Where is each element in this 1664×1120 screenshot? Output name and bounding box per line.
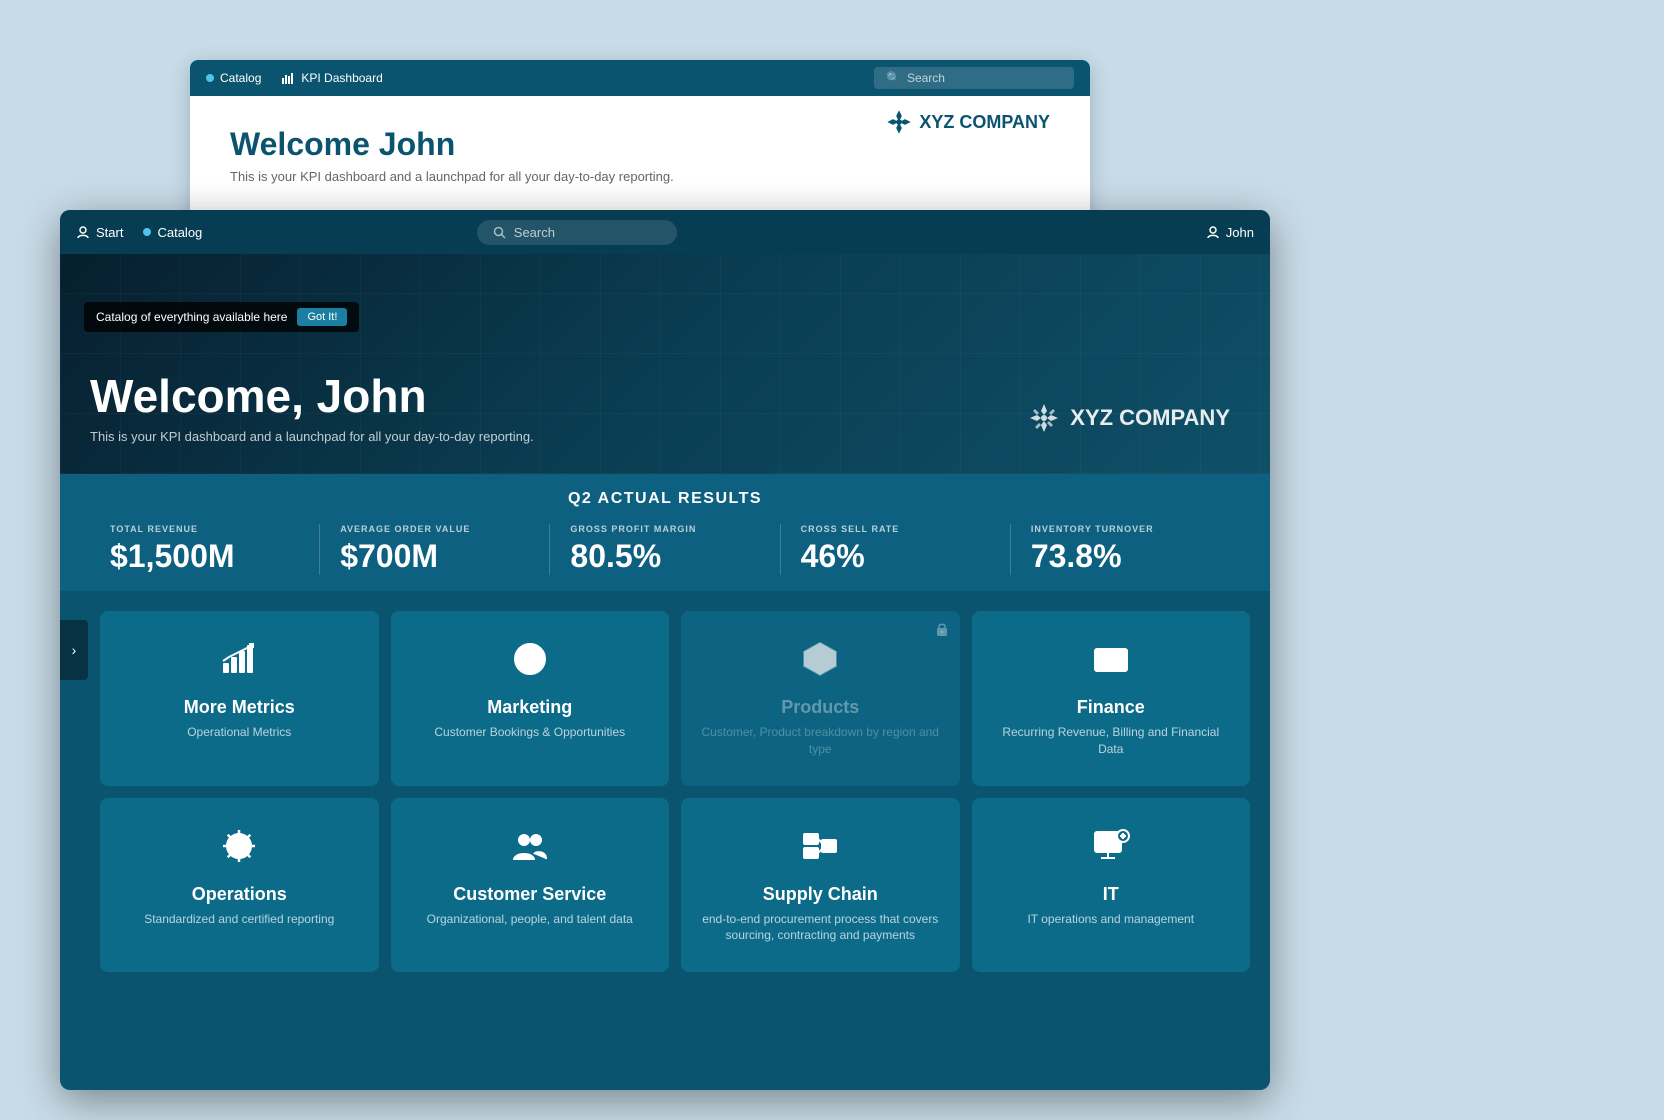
metric-avg-order: AVERAGE ORDER VALUE $700M bbox=[320, 524, 550, 575]
it-subtitle: IT operations and management bbox=[1027, 911, 1194, 928]
it-icon bbox=[1091, 826, 1131, 872]
card-finance[interactable]: Finance Recurring Revenue, Billing and F… bbox=[972, 611, 1251, 786]
nav-catalog[interactable]: Catalog bbox=[143, 225, 202, 240]
cards-grid: More Metrics Operational Metrics Marketi… bbox=[100, 611, 1250, 972]
lock-icon bbox=[934, 621, 950, 640]
metric-total-revenue: TOTAL REVENUE $1,500M bbox=[90, 524, 320, 575]
products-subtitle: Customer, Product breakdown by region an… bbox=[701, 724, 940, 758]
search-icon: 🔍 bbox=[886, 71, 901, 85]
nav-search[interactable]: Search bbox=[477, 220, 677, 245]
more-metrics-title: More Metrics bbox=[184, 697, 295, 718]
start-icon bbox=[76, 225, 90, 239]
cards-section: More Metrics Operational Metrics Marketi… bbox=[60, 591, 1270, 1090]
nav-user[interactable]: John bbox=[1206, 225, 1254, 240]
card-it[interactable]: IT IT operations and management bbox=[972, 798, 1251, 973]
card-marketing[interactable]: Marketing Customer Bookings & Opportunit… bbox=[391, 611, 670, 786]
main-window: Start Catalog Search John Catalog of eve… bbox=[60, 210, 1270, 1090]
products-title: Products bbox=[781, 697, 859, 718]
customer-service-title: Customer Service bbox=[453, 884, 606, 905]
hero-logo-icon bbox=[1028, 402, 1060, 434]
nav-search-icon bbox=[493, 226, 506, 239]
card-customer-service[interactable]: Customer Service Organizational, people,… bbox=[391, 798, 670, 973]
bg-logo: XYZ COMPANY bbox=[887, 110, 1050, 134]
customer-service-icon bbox=[510, 826, 550, 872]
marketing-title: Marketing bbox=[487, 697, 572, 718]
hero-subtitle: This is your KPI dashboard and a launchp… bbox=[90, 429, 534, 444]
nav-bar: Start Catalog Search John bbox=[60, 210, 1270, 254]
bg-welcome-title: Welcome John bbox=[230, 126, 674, 163]
tooltip-bubble: Catalog of everything available here Got… bbox=[84, 302, 359, 332]
bg-search[interactable]: 🔍 Search bbox=[874, 67, 1074, 89]
hero-content: Welcome, John This is your KPI dashboard… bbox=[90, 369, 534, 444]
got-it-button[interactable]: Got It! bbox=[297, 308, 347, 326]
products-icon bbox=[800, 639, 840, 685]
metric-inventory: INVENTORY TURNOVER 73.8% bbox=[1011, 524, 1240, 575]
supply-chain-title: Supply Chain bbox=[763, 884, 878, 905]
user-icon bbox=[1206, 225, 1220, 239]
card-supply-chain[interactable]: Supply Chain end-to-end procurement proc… bbox=[681, 798, 960, 973]
bg-body: Welcome John This is your KPI dashboard … bbox=[190, 96, 1090, 214]
chart-icon bbox=[281, 71, 295, 85]
metrics-title: Q2 ACTUAL RESULTS bbox=[90, 490, 1240, 508]
hero-logo: XYZ COMPANY bbox=[1028, 402, 1230, 434]
card-products[interactable]: Products Customer, Product breakdown by … bbox=[681, 611, 960, 786]
supply-chain-icon bbox=[800, 826, 840, 872]
marketing-subtitle: Customer Bookings & Opportunities bbox=[434, 724, 625, 741]
nav-start[interactable]: Start bbox=[76, 225, 123, 240]
more-metrics-icon bbox=[219, 639, 259, 685]
finance-title: Finance bbox=[1077, 697, 1145, 718]
card-more-metrics[interactable]: More Metrics Operational Metrics bbox=[100, 611, 379, 786]
bg-tab-dot bbox=[206, 74, 214, 82]
operations-subtitle: Standardized and certified reporting bbox=[144, 911, 334, 928]
more-metrics-subtitle: Operational Metrics bbox=[187, 724, 291, 741]
finance-subtitle: Recurring Revenue, Billing and Financial… bbox=[992, 724, 1231, 758]
metrics-bar: Q2 ACTUAL RESULTS TOTAL REVENUE $1,500M … bbox=[60, 474, 1270, 591]
operations-icon bbox=[219, 826, 259, 872]
card-operations[interactable]: Operations Standardized and certified re… bbox=[100, 798, 379, 973]
operations-title: Operations bbox=[192, 884, 287, 905]
metric-gross-profit: GROSS PROFIT MARGIN 80.5% bbox=[550, 524, 780, 575]
metrics-grid: TOTAL REVENUE $1,500M AVERAGE ORDER VALU… bbox=[90, 524, 1240, 575]
bg-tab-kpi[interactable]: KPI Dashboard bbox=[281, 71, 382, 85]
nav-dot bbox=[143, 228, 151, 236]
bg-tab-catalog[interactable]: Catalog bbox=[206, 71, 261, 85]
hero-section: Catalog of everything available here Got… bbox=[60, 254, 1270, 474]
customer-service-subtitle: Organizational, people, and talent data bbox=[427, 911, 633, 928]
hero-title: Welcome, John bbox=[90, 369, 534, 423]
marketing-icon bbox=[510, 639, 550, 685]
bg-welcome-subtitle: This is your KPI dashboard and a launchp… bbox=[230, 169, 674, 184]
metric-cross-sell: CROSS SELL RATE 46% bbox=[781, 524, 1011, 575]
bg-topbar: Catalog KPI Dashboard 🔍 Search bbox=[190, 60, 1090, 96]
supply-chain-subtitle: end-to-end procurement process that cove… bbox=[701, 911, 940, 945]
xyz-logo-icon bbox=[887, 110, 911, 134]
it-title: IT bbox=[1103, 884, 1119, 905]
finance-icon bbox=[1091, 639, 1131, 685]
